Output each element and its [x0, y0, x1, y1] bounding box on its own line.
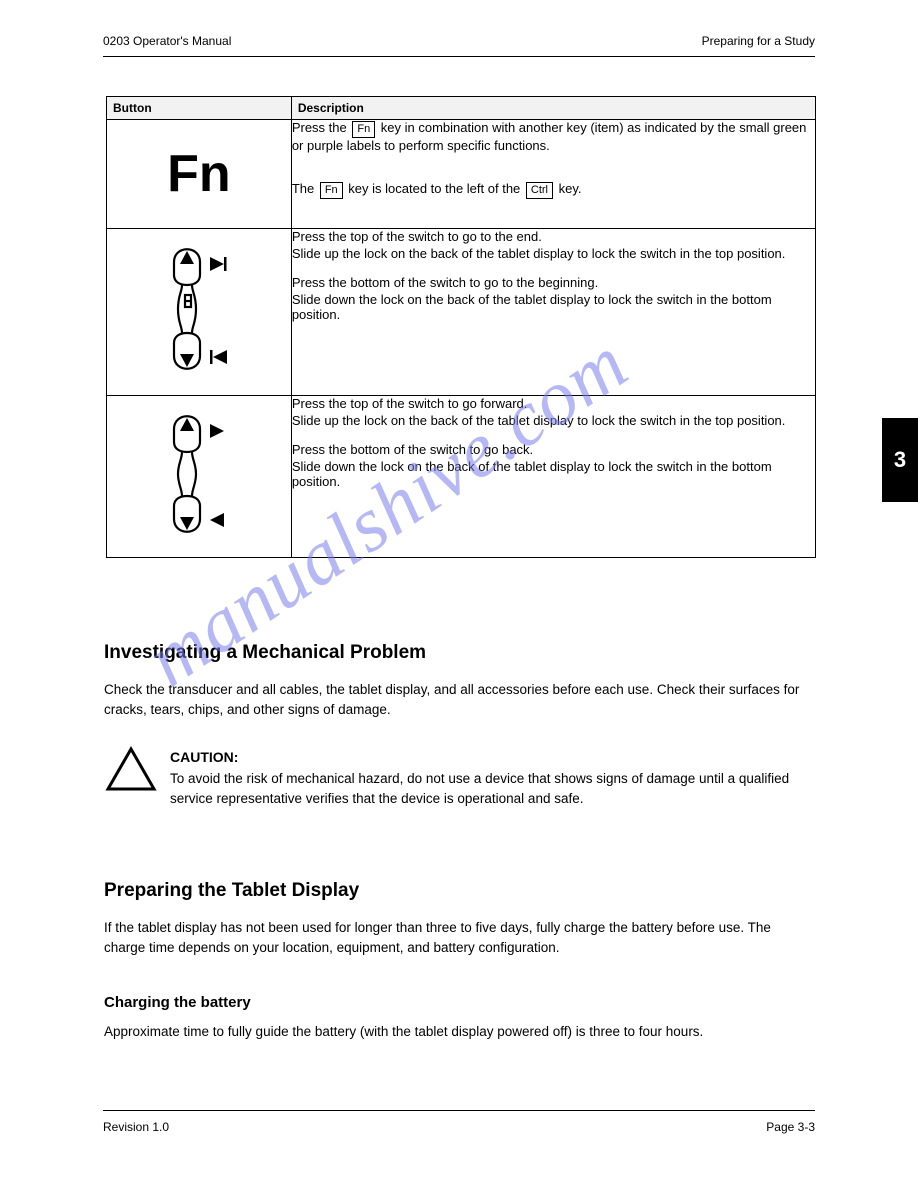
- investigating-paragraph: Check the transducer and all cables, the…: [104, 680, 814, 719]
- row2-l2: Slide up the lock on the back of the tab…: [292, 246, 815, 261]
- row2-l1: Press the top of the switch to go to the…: [292, 229, 815, 244]
- forward-icon: [210, 424, 224, 438]
- caution-icon: [104, 745, 158, 793]
- keycap-fn-2: Fn: [320, 182, 343, 199]
- bottom-rule: [103, 1110, 815, 1111]
- table-row: Press the top of the switch to go forwar…: [107, 396, 816, 558]
- buttons-table: Button Description Fn Press the Fn key i…: [106, 96, 816, 558]
- header-left: 0203 Operator's Manual: [103, 34, 231, 48]
- row2-l4: Slide down the lock on the back of the t…: [292, 292, 815, 322]
- begin-icon: [210, 350, 227, 364]
- row3-l1: Press the top of the switch to go forwar…: [292, 396, 815, 411]
- sub-heading-charging: Charging the battery: [104, 994, 251, 1011]
- keycap-fn: Fn: [352, 121, 375, 138]
- fwd-back-switch-icon: [154, 404, 244, 549]
- row3-l3: Press the bottom of the switch to go bac…: [292, 442, 815, 457]
- section-heading-preparing: Preparing the Tablet Display: [104, 880, 359, 902]
- end-begin-switch-icon: [154, 237, 244, 387]
- keycap-ctrl: Ctrl: [526, 182, 553, 199]
- fn-description: Press the Fn key in combination with ano…: [292, 120, 815, 153]
- footer-right: Page 3-3: [766, 1120, 815, 1134]
- row3-l2: Slide up the lock on the back of the tab…: [292, 413, 815, 428]
- table-row: Press the top of the switch to go to the…: [107, 229, 816, 396]
- table-header-button: Button: [107, 97, 292, 120]
- chapter-tab: 3: [882, 418, 918, 502]
- fn-key-icon: Fn: [107, 120, 291, 228]
- table-header-description: Description: [291, 97, 815, 120]
- row3-l4: Slide down the lock on the back of the t…: [292, 459, 815, 489]
- table-row: Fn Press the Fn key in combination with …: [107, 120, 816, 229]
- header-right: Preparing for a Study: [702, 34, 815, 48]
- charging-paragraph: Approximate time to fully guide the batt…: [104, 1022, 814, 1042]
- top-rule: [103, 56, 815, 57]
- caution-label: CAUTION:: [170, 749, 238, 765]
- caution-body: To avoid the risk of mechanical hazard, …: [170, 769, 814, 808]
- fn-description-2: The Fn key is located to the left of the…: [292, 181, 815, 199]
- section-heading-investigating: Investigating a Mechanical Problem: [104, 642, 426, 664]
- row2-l3: Press the bottom of the switch to go to …: [292, 275, 815, 290]
- preparing-paragraph: If the tablet display has not been used …: [104, 918, 814, 957]
- back-icon: [210, 513, 224, 527]
- footer-left: Revision 1.0: [103, 1120, 169, 1134]
- end-icon: [210, 257, 227, 271]
